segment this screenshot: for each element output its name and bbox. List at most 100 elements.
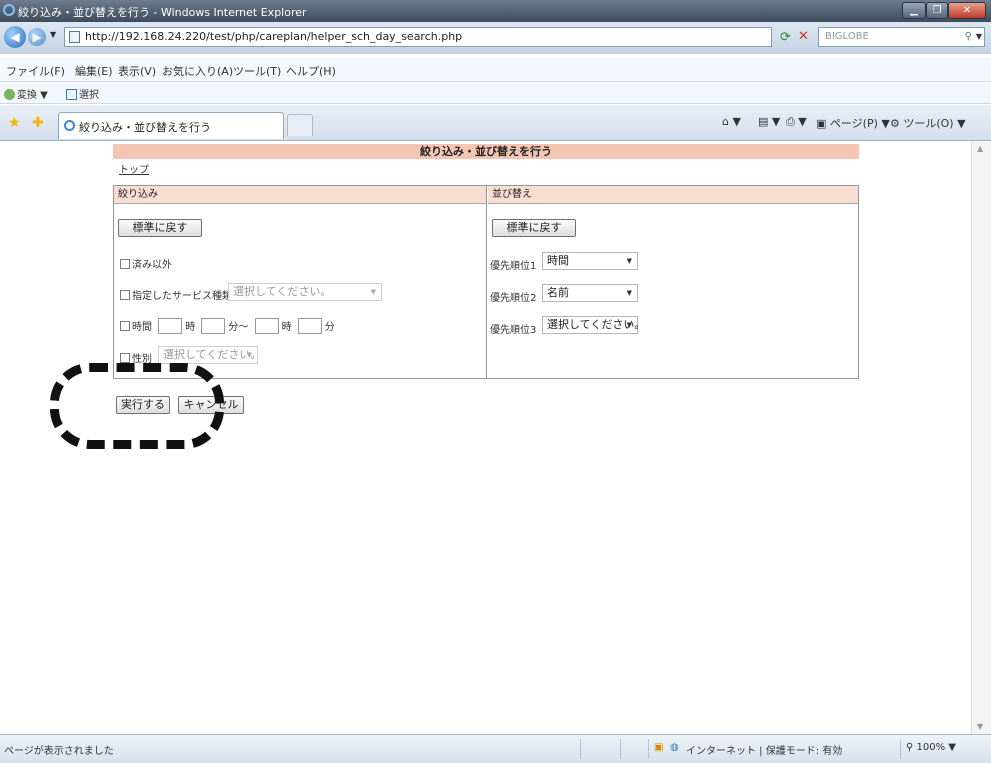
status-divider — [648, 739, 649, 759]
exclude-done-row: 済み以外 — [120, 256, 172, 271]
priority2-value: 名前 — [547, 286, 569, 299]
translate-toolbar: 変換 ▼ 選択 — [0, 82, 991, 104]
chevron-down-icon: ▼ — [246, 351, 252, 359]
stop-icon[interactable]: ✕ — [798, 29, 809, 44]
time-row: 時間 時 分～ 時 分 — [120, 318, 335, 334]
priority2-label: 優先順位2 — [490, 293, 537, 304]
status-divider — [900, 739, 901, 759]
print-icon[interactable]: ⎙ ▼ — [786, 115, 807, 129]
window-title-bar: 絞り込み・並び替えを行う - Windows Internet Explorer… — [0, 0, 991, 22]
page-menu-label: ページ(P) — [829, 117, 878, 130]
top-link[interactable]: トップ — [119, 161, 149, 176]
filter-panel: 絞り込み 標準に戻す 済み以外 指定したサービス種類 選択してください。 ▼ 時… — [114, 186, 487, 378]
feeds-icon[interactable]: ▤ ▼ — [758, 115, 780, 128]
sort-panel: 並び替え 標準に戻す 優先順位1 時間 ▼ 優先順位2 名前 ▼ 優先順位3 選… — [488, 186, 858, 378]
highlight-annotation — [50, 363, 224, 449]
select-label: 選択 — [79, 90, 99, 101]
status-bar: ページが表示されました ▣ ◍ インターネット | 保護モード: 有効 ⚲ 10… — [0, 734, 991, 763]
time-checkbox[interactable] — [120, 321, 130, 331]
search-dropdown-icon[interactable]: ▼ — [976, 28, 982, 46]
new-tab-button[interactable] — [287, 114, 313, 136]
hour2-unit: 時 — [281, 322, 292, 333]
page-content: 絞り込み・並び替えを行う トップ 絞り込み 標準に戻す 済み以外 指定したサービ… — [0, 141, 971, 734]
minute-to-unit: 分 — [324, 322, 335, 333]
menu-edit[interactable]: 編集(E) — [75, 63, 113, 79]
home-icon[interactable]: ⌂ ▼ — [722, 115, 741, 128]
page-title: 絞り込み・並び替えを行う — [113, 144, 859, 159]
security-zone: インターネット | 保護モード: 有効 — [686, 746, 843, 757]
address-input[interactable]: http://192.168.24.220/test/php/careplan/… — [64, 27, 772, 47]
refresh-icon[interactable]: ⟳ — [780, 30, 791, 45]
menu-help[interactable]: ヘルプ(H) — [286, 63, 336, 79]
address-toolbar: ◀ ▶ ▼ http://192.168.24.220/test/php/car… — [0, 22, 991, 54]
gender-select[interactable]: 選択してください。 ▼ — [158, 346, 261, 364]
menu-favorites[interactable]: お気に入り(A) — [162, 63, 233, 79]
tools-menu[interactable]: ⚙ ツール(O) ▼ — [890, 115, 966, 131]
status-divider — [620, 739, 621, 759]
search-input[interactable]: BIGLOBE ⚲ ▼ — [818, 27, 985, 47]
gender-checkbox[interactable] — [120, 353, 130, 363]
hour-unit: 時 — [185, 322, 196, 333]
scroll-up-icon[interactable]: ▲ — [977, 144, 983, 153]
sort-reset-button[interactable]: 標準に戻す — [492, 219, 576, 237]
service-type-select[interactable]: 選択してください。 ▼ — [228, 283, 382, 301]
tab-bar: ★ ✚ 絞り込み・並び替えを行う ⌂ ▼ ▤ ▼ ⎙ ▼ ▣ ページ(P) ▼ … — [0, 105, 991, 141]
chevron-down-icon: ▼ — [626, 321, 632, 329]
ie-page-icon — [64, 120, 75, 131]
filter-sort-panels: 絞り込み 標準に戻す 済み以外 指定したサービス種類 選択してください。 ▼ 時… — [113, 185, 859, 379]
priority3-select[interactable]: 選択してください。 ▼ — [542, 316, 645, 334]
status-divider — [580, 739, 581, 759]
exclude-done-label: 済み以外 — [132, 260, 172, 271]
time-to-minute-input[interactable] — [297, 318, 322, 334]
time-from-hour-input[interactable] — [158, 318, 183, 334]
menu-view[interactable]: 表示(V) — [118, 63, 156, 79]
forward-arrow-icon[interactable]: ▶ — [28, 28, 46, 46]
chevron-down-icon: ▼ — [626, 289, 632, 297]
service-type-row: 指定したサービス種類 — [120, 287, 232, 302]
priority1-select[interactable]: 時間 ▼ — [542, 252, 638, 270]
favorites-star-icon[interactable]: ★ — [8, 115, 21, 131]
ie-logo-icon — [3, 4, 15, 16]
chevron-down-icon: ▼ — [626, 257, 632, 265]
tab-active[interactable]: 絞り込み・並び替えを行う — [58, 112, 284, 139]
search-icon[interactable]: ⚲ — [965, 28, 972, 46]
select-button[interactable]: 選択 — [66, 86, 99, 101]
page-icon — [69, 31, 80, 43]
protected-mode-icon: ▣ — [654, 742, 664, 753]
service-type-checkbox[interactable] — [120, 290, 130, 300]
time-label: 時間 — [132, 322, 152, 333]
vertical-scrollbar[interactable]: ▲ ▼ — [971, 141, 991, 734]
convert-button[interactable]: 変換 ▼ — [4, 86, 48, 101]
time-from-minute-input[interactable] — [201, 318, 226, 334]
priority1-value: 時間 — [547, 254, 569, 267]
menu-tools[interactable]: ツール(T) — [233, 63, 281, 79]
zoom-control[interactable]: ⚲ 100% ▼ — [906, 742, 956, 753]
service-type-label: 指定したサービス種類 — [132, 291, 232, 302]
page-menu[interactable]: ▣ ページ(P) ▼ — [816, 115, 890, 131]
history-dropdown-icon[interactable]: ▼ — [50, 30, 56, 39]
chevron-down-icon: ▼ — [370, 288, 376, 296]
time-to-hour-input[interactable] — [254, 318, 279, 334]
search-provider: BIGLOBE — [825, 31, 869, 42]
priority2-select[interactable]: 名前 ▼ — [542, 284, 638, 302]
filter-header: 絞り込み — [114, 186, 486, 204]
priority3-label: 優先順位3 — [490, 325, 537, 336]
exclude-done-checkbox[interactable] — [120, 259, 130, 269]
status-message: ページが表示されました — [4, 746, 114, 757]
menu-file[interactable]: ファイル(F) — [6, 63, 65, 79]
convert-label: 変換 — [17, 90, 37, 101]
zoom-level: 100% — [916, 742, 946, 753]
close-button[interactable]: ✕ — [948, 2, 986, 19]
minimize-button[interactable]: ▁ — [902, 2, 926, 19]
maximize-button[interactable]: ❐ — [926, 2, 948, 19]
tools-menu-label: ツール(O) — [903, 117, 954, 130]
minute-from-unit: 分～ — [228, 322, 249, 333]
scroll-down-icon[interactable]: ▼ — [977, 722, 983, 731]
add-favorite-icon[interactable]: ✚ — [32, 115, 44, 131]
address-url: http://192.168.24.220/test/php/careplan/… — [85, 30, 463, 43]
priority1-label: 優先順位1 — [490, 261, 537, 272]
convert-icon — [4, 89, 15, 100]
filter-reset-button[interactable]: 標準に戻す — [118, 219, 202, 237]
select-icon — [66, 89, 77, 100]
back-arrow-icon[interactable]: ◀ — [4, 26, 26, 48]
